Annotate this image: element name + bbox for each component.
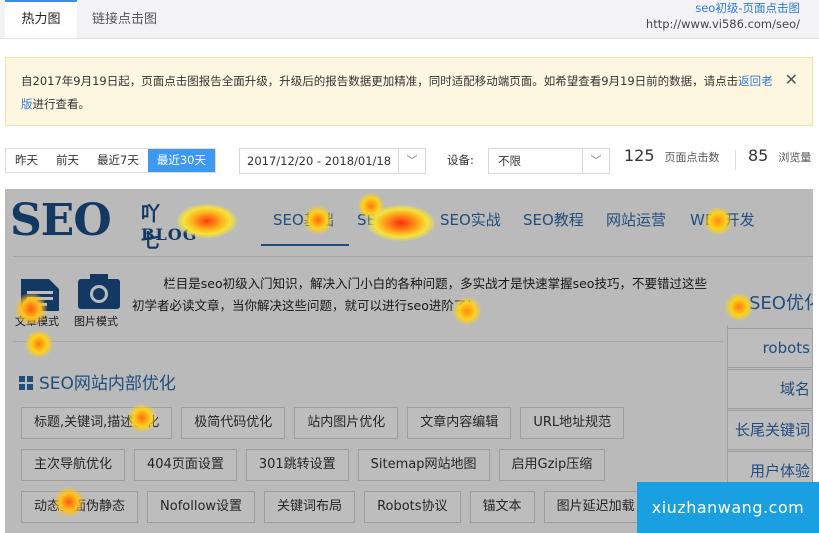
device-select[interactable]: 不限 ﹀ [488, 148, 610, 174]
heat-spot [452, 297, 482, 325]
heat-spot [127, 403, 157, 433]
page-url: http://www.vi586.com/seo/ [645, 17, 800, 31]
page-clicks-stat: 125 页面点击数 [624, 146, 720, 165]
chevron-down-icon: ﹀ [582, 149, 609, 173]
heat-spot [302, 206, 334, 234]
stat-divider [735, 150, 736, 170]
range-day-before[interactable]: 前天 [47, 149, 88, 172]
chevron-down-icon: ﹀ [398, 149, 425, 173]
heat-spot [703, 207, 733, 235]
heat-spot [14, 293, 48, 325]
page-info: seo初级-页面点击图 http://www.vi586.com/seo/ [646, 0, 800, 32]
top-tab-bar: 热力图 链接点击图 seo初级-页面点击图 http://www.vi586.c… [0, 0, 819, 39]
upgrade-notice: 自2017年9月19日起，页面点击图报告全面升级，升级后的报告数据更加精准，同时… [5, 57, 813, 126]
heat-spot [177, 204, 237, 238]
heat-spot [53, 487, 85, 517]
page-views-value: 85 [748, 146, 769, 165]
page-name-link[interactable]: seo初级-页面点击图 [646, 0, 800, 16]
date-range-picker[interactable]: 2017/12/20 - 2018/01/18 ﹀ [239, 148, 426, 174]
notice-text: 自2017年9月19日起，页面点击图报告全面升级，升级后的报告数据更加精准，同时… [21, 74, 773, 111]
range-last-7-days[interactable]: 最近7天 [88, 149, 148, 172]
tab-heatmap[interactable]: 热力图 [5, 0, 77, 38]
page-clicks-label: 页面点击数 [664, 151, 720, 164]
date-range-selector: 昨天 前天 最近7天 最近30天 [5, 148, 216, 173]
watermark: xiuzhanwang.com [637, 482, 819, 533]
close-icon[interactable]: ✕ [785, 70, 798, 89]
page-views-label: 浏览量 [778, 151, 812, 164]
heat-spot [724, 293, 754, 321]
page-clicks-value: 125 [624, 146, 655, 165]
page-views-stat: 85 浏览量 [748, 146, 811, 165]
device-label: 设备: [447, 153, 474, 167]
range-yesterday[interactable]: 昨天 [6, 149, 47, 172]
tab-link-clicks[interactable]: 链接点击图 [92, 0, 157, 37]
heat-spot [367, 205, 435, 241]
device-value: 不限 [498, 154, 521, 168]
date-range-value: 2017/12/20 - 2018/01/18 [247, 154, 392, 168]
range-last-30-days[interactable]: 最近30天 [147, 149, 215, 172]
heat-spot [24, 330, 54, 358]
